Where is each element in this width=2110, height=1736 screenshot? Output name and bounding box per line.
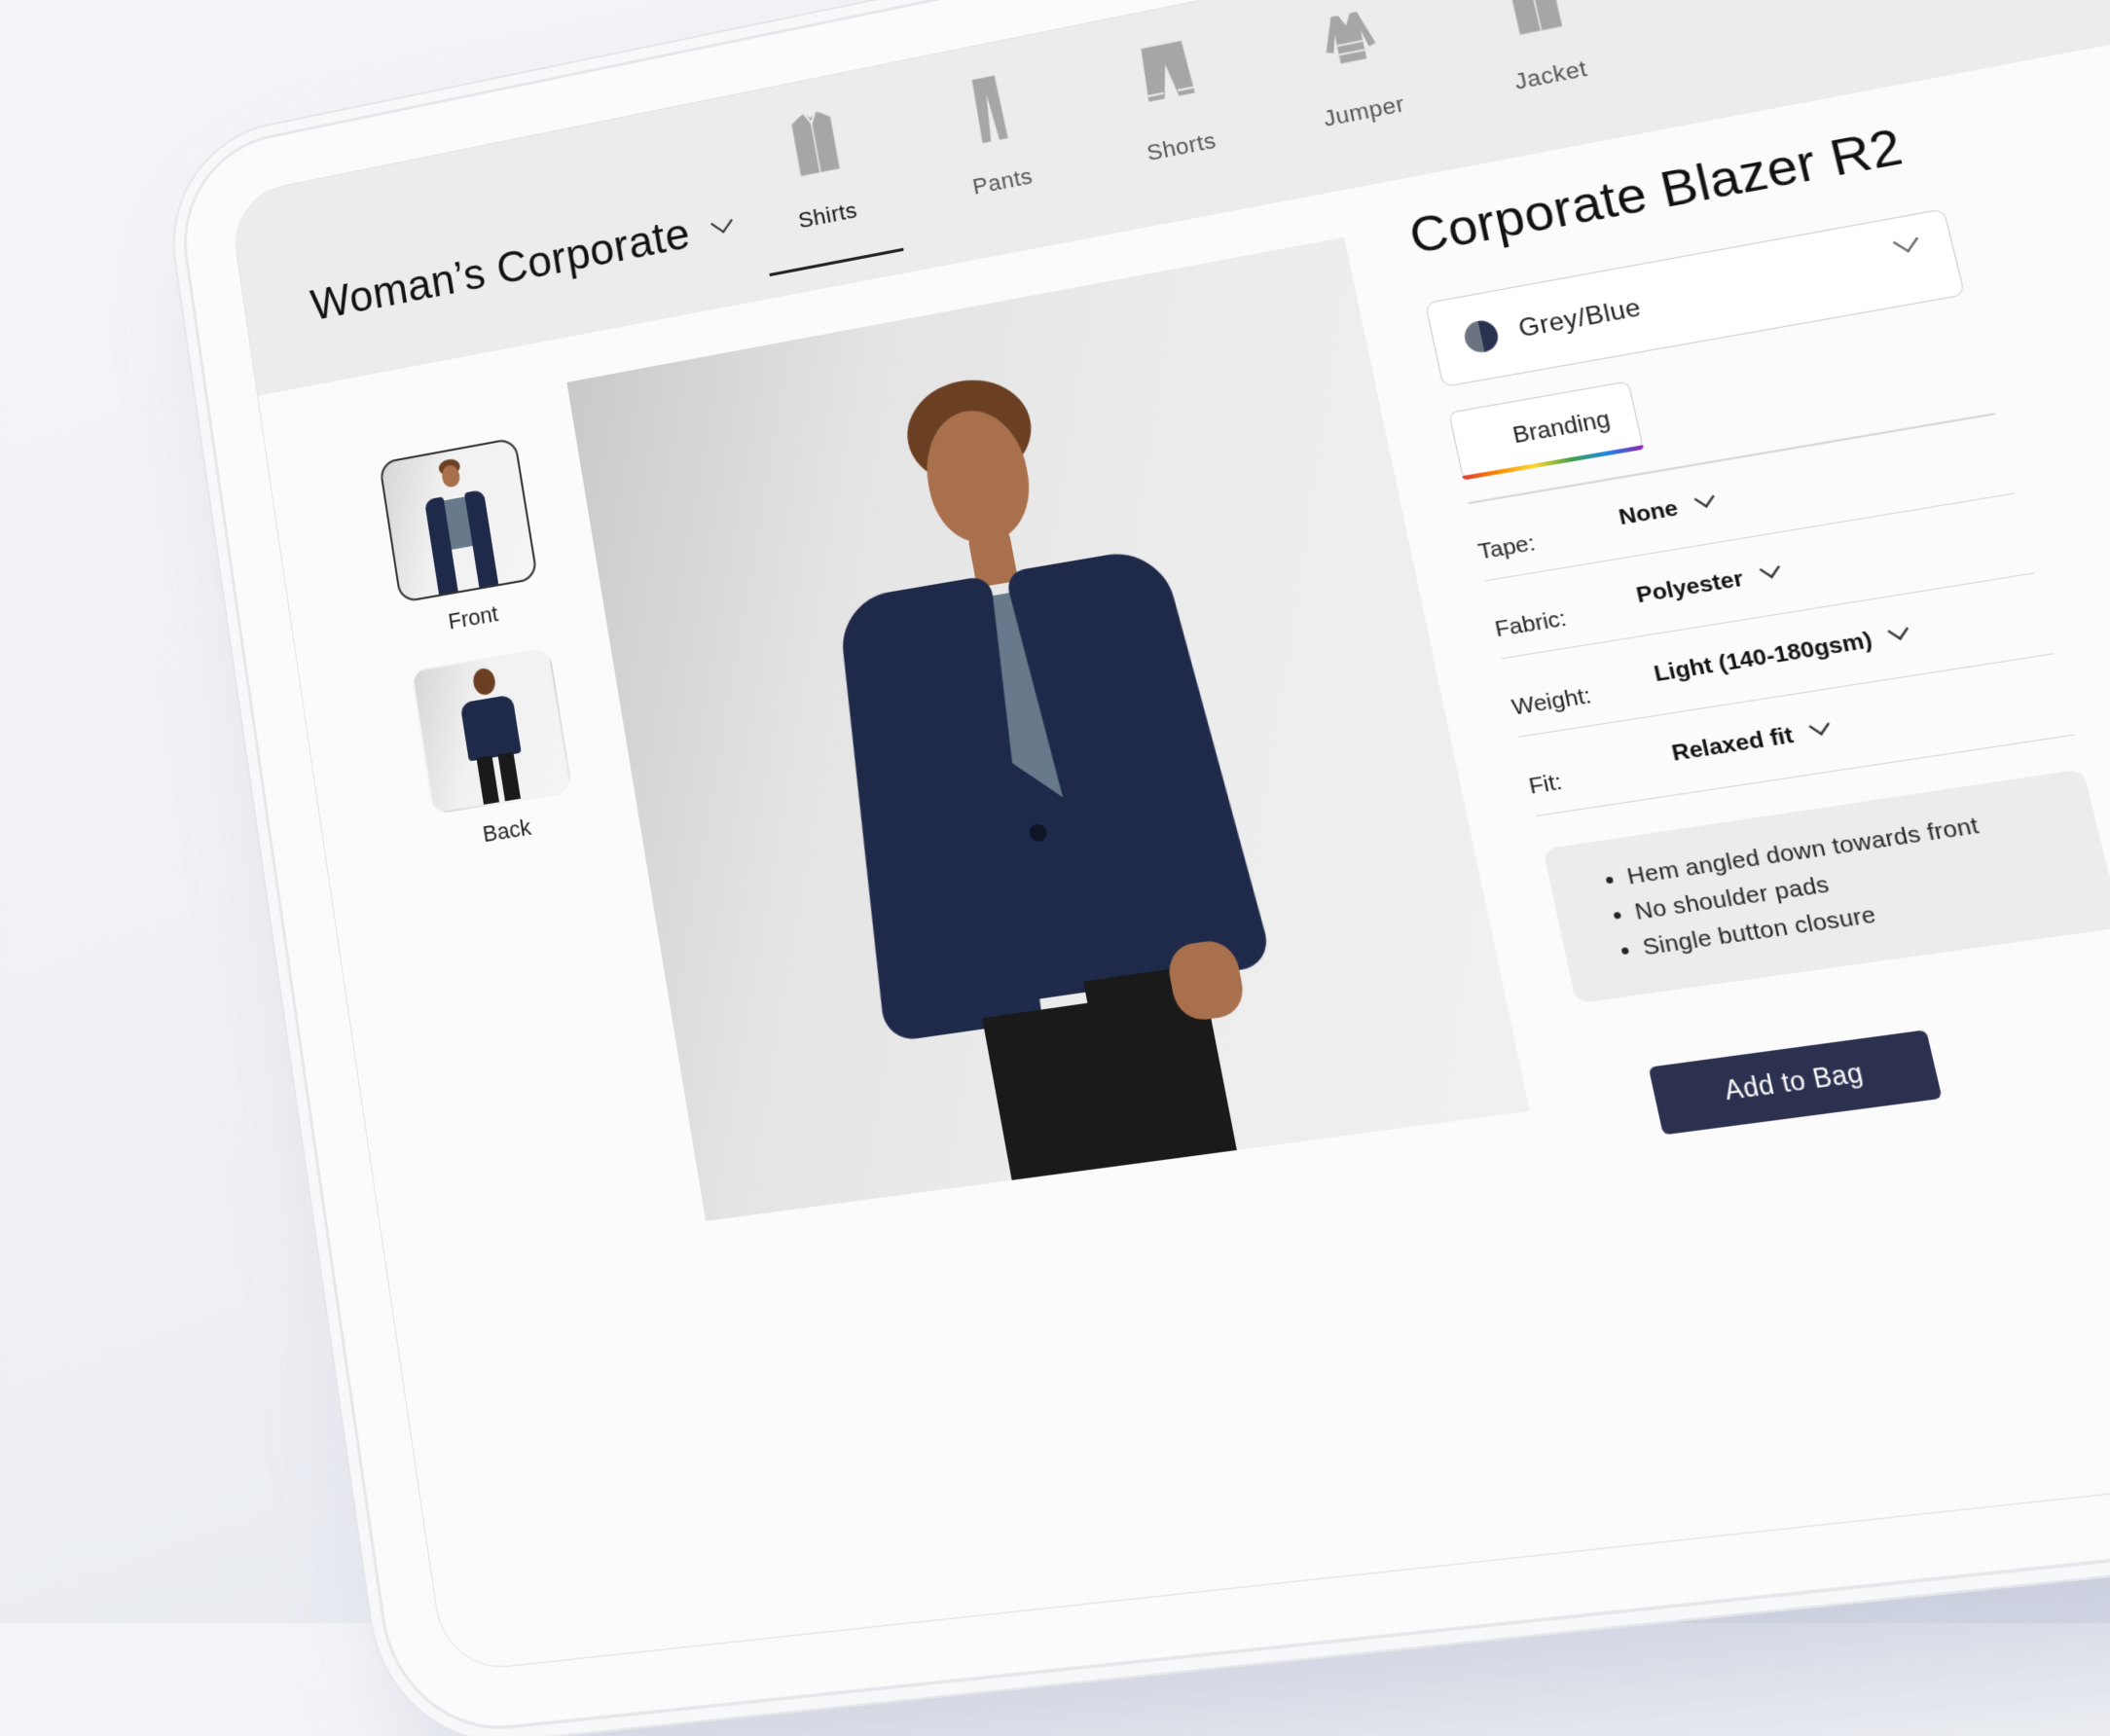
tab-pants[interactable]: Pants [894,57,1099,239]
product-hero-image[interactable] [566,236,1530,1221]
thumbnail-label: Back [481,814,533,848]
option-label: Fabric: [1492,605,1569,642]
thumbnail-list: Front Back [378,437,580,855]
thumbnail-image-back [410,646,573,815]
tab-label: Pants [970,163,1036,199]
tab-jumper[interactable]: Jumper [1250,0,1466,170]
feature-list: Hem angled down towards front No shoulde… [1581,796,2079,971]
fit-dropdown[interactable]: Relaxed fit [1669,714,1832,767]
chevron-down-icon [1693,488,1715,508]
fabric-dropdown[interactable]: Polyester [1633,559,1781,608]
chevron-down-icon [710,211,734,234]
add-to-bag-button[interactable]: Add to Bag [1648,1029,1943,1135]
tab-label: Shorts [1145,127,1219,166]
jacket-icon [1506,0,1562,35]
option-value: None [1616,494,1681,530]
pants-icon [969,75,1008,144]
tablet-frame: Woman’s Corporate Shirts Pants Shorts Ju… [170,0,2110,1736]
colour-swatch-icon [1461,317,1502,355]
tab-label: Jacket [1511,54,1590,95]
colour-value: Grey/Blue [1515,293,1645,344]
collection-label: Woman’s Corporate [308,209,694,331]
branding-label: Branding [1510,405,1613,449]
chevron-down-icon [1808,714,1831,736]
jumper-icon [1318,9,1378,66]
tab-label: Shirts [796,197,859,234]
tab-shirts[interactable]: Shirts [723,92,923,272]
branding-button[interactable]: Branding [1448,380,1644,480]
app-screen: Woman’s Corporate Shirts Pants Shorts Ju… [227,0,2110,1674]
thumbnail-image-front [378,437,539,603]
paintbrush-icon [1492,441,1493,452]
product-details-panel: Corporate Blazer R2 Grey/Blue Branding T… [1404,113,2110,1141]
device-mockup-stage: Woman’s Corporate Shirts Pants Shorts Ju… [0,0,2110,1736]
tab-jacket[interactable]: Jacket [1433,0,1655,135]
option-value: Polyester [1633,565,1746,608]
thumbnail-front[interactable]: Front [378,437,545,642]
option-label: Tape: [1475,529,1538,564]
thumbnail-label: Front [446,600,500,634]
option-value: Light (140-180gsm) [1651,627,1875,687]
tape-dropdown[interactable]: None [1616,488,1716,530]
chevron-down-icon [1887,620,1910,640]
tab-label: Jumper [1321,90,1407,132]
weight-dropdown[interactable]: Light (140-180gsm) [1651,620,1910,687]
option-value: Relaxed fit [1669,721,1796,766]
tab-shorts[interactable]: Shorts [1071,21,1281,205]
option-label: Weight: [1509,682,1594,720]
option-label: Fit: [1526,768,1565,799]
collection-selector[interactable]: Woman’s Corporate [308,201,735,331]
feature-list-box: Hem angled down towards front No shoulde… [1543,768,2110,1003]
shirt-icon [789,104,840,176]
chevron-down-icon [1759,559,1780,579]
thumbnail-back[interactable]: Back [410,646,580,855]
shorts-icon [1137,40,1203,102]
